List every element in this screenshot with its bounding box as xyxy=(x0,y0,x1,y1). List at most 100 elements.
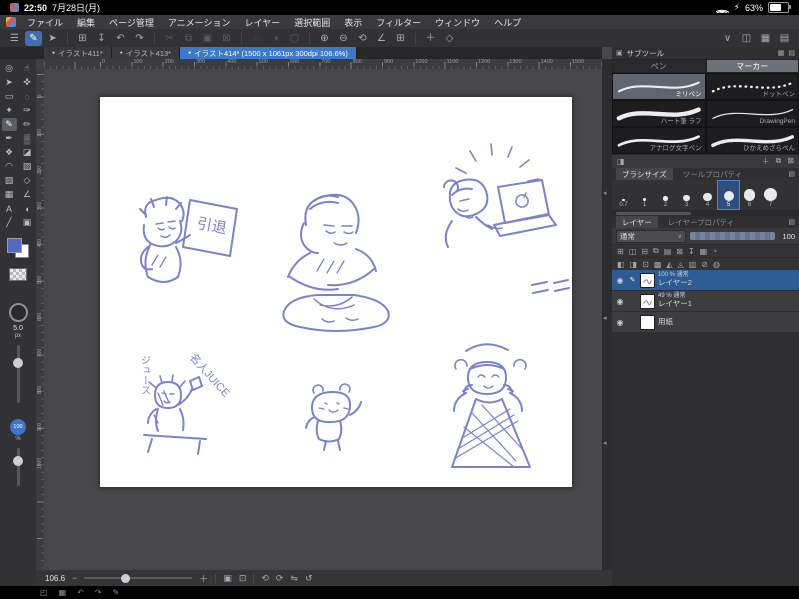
delete-icon[interactable]: ⊠ xyxy=(218,31,235,46)
layer-opacity-slider[interactable] xyxy=(690,232,775,240)
zoom-tool[interactable]: ◎ xyxy=(2,62,17,75)
import-icon[interactable]: ↧ xyxy=(688,247,695,256)
menu-item[interactable]: フィルター xyxy=(369,16,428,29)
menu-item[interactable]: アニメーション xyxy=(161,16,238,29)
operation-tool[interactable]: ➤ xyxy=(2,76,17,89)
menu-item[interactable]: ページ管理 xyxy=(102,16,161,29)
delete-subtool-button[interactable]: ⊠ xyxy=(787,156,794,167)
reset-rotation-icon[interactable]: ↺ xyxy=(305,573,313,584)
subtool-list-view-icon[interactable]: ▤ xyxy=(788,49,795,57)
brush-size-slider[interactable] xyxy=(13,345,23,403)
menu-item[interactable]: レイヤー xyxy=(238,16,288,29)
brush-size-option[interactable]: 2 xyxy=(655,181,676,209)
lasso-tool[interactable]: ◌ xyxy=(20,90,35,103)
layer-menu-icon[interactable]: ▤ xyxy=(788,218,795,226)
dock-collapse-arrow-icon[interactable]: ◂ xyxy=(603,189,607,197)
subtool-tab[interactable]: ペン xyxy=(612,59,706,73)
eraser-tool[interactable]: ◪ xyxy=(20,146,35,159)
save-icon[interactable]: ↧ xyxy=(93,31,110,46)
rotate-left-icon[interactable]: ⟲ xyxy=(261,573,269,584)
layer-move-tool[interactable]: ✜ xyxy=(20,76,35,89)
new-canvas-icon[interactable]: ⊞ xyxy=(74,31,91,46)
tab-brush-size[interactable]: ブラシサイズ xyxy=(616,168,673,180)
move-canvas-tool[interactable]: ☝ xyxy=(20,62,35,75)
main-menu-icon[interactable]: ☰ xyxy=(6,31,23,46)
stroke-preview-toggle-icon[interactable]: ◨ xyxy=(617,157,625,166)
special-ruler-icon[interactable]: ◇ xyxy=(441,31,458,46)
delete-layer-icon[interactable]: ⊠ xyxy=(676,247,683,256)
canvas-viewport[interactable]: 引退 ジュース 名人JUICE xyxy=(44,69,602,570)
opacity-indicator[interactable]: 100 xyxy=(10,419,26,435)
menu-item[interactable]: ファイル xyxy=(20,16,70,29)
tab-tool-property[interactable]: ツールプロパティ xyxy=(676,168,749,180)
layer-color-icon[interactable]: ◭ xyxy=(666,260,672,269)
flip-horizontal-icon[interactable]: ⇋ xyxy=(290,573,298,584)
decoration-tool[interactable]: ❖ xyxy=(2,146,17,159)
brush-size-option[interactable]: 5 xyxy=(717,180,740,210)
duplicate-layer-icon[interactable]: ⧉ xyxy=(653,246,659,256)
lock-transparent-icon[interactable]: ⊡ xyxy=(642,260,649,269)
brush-size-option[interactable]: 1 xyxy=(634,181,655,209)
select-mode-icon[interactable]: ➤ xyxy=(44,31,61,46)
edge-pen-settings-icon[interactable]: ✎ xyxy=(113,588,120,597)
selection-tool[interactable]: ▭ xyxy=(2,90,17,103)
subtool-brush[interactable]: ミリペン xyxy=(612,73,706,100)
gradient-tool[interactable]: ▧ xyxy=(2,174,17,187)
merge-down-icon[interactable]: ▤ xyxy=(664,247,672,256)
selection-launcher-icon[interactable]: ▢ xyxy=(286,31,303,46)
lock-layer-icon[interactable]: ◨ xyxy=(630,260,638,269)
app-logo-icon[interactable] xyxy=(6,17,16,27)
correct-line-tool[interactable]: ╱ xyxy=(2,216,17,229)
deselect-icon[interactable]: ◌ xyxy=(248,31,265,46)
copy-icon[interactable]: ⧉ xyxy=(180,31,197,46)
menu-item[interactable]: ヘルプ xyxy=(487,16,528,29)
color-swatches[interactable] xyxy=(7,238,29,258)
zoom-out-icon[interactable]: ⊖ xyxy=(335,31,352,46)
paste-icon[interactable]: ▣ xyxy=(199,31,216,46)
ruler-tool[interactable]: ∠ xyxy=(20,188,35,201)
tab-layer-property[interactable]: レイヤープロパティ xyxy=(661,216,741,228)
add-subtool-button[interactable]: ＋ xyxy=(762,156,770,167)
new-folder-icon[interactable]: ◫ xyxy=(629,247,637,256)
brush-size-knob[interactable] xyxy=(8,303,28,322)
brush-size-option[interactable]: 4 xyxy=(697,181,718,209)
edge-redo-icon[interactable]: ↷ xyxy=(95,588,102,597)
document-canvas[interactable]: 引退 ジュース 名人JUICE xyxy=(100,97,572,487)
brush-size-menu-icon[interactable]: ▤ xyxy=(788,170,795,178)
subtool-palette-toggle-icon[interactable]: ◫ xyxy=(738,31,755,46)
redo-icon[interactable]: ↷ xyxy=(131,31,148,46)
pencil-tool[interactable]: ✏ xyxy=(20,118,35,131)
duplicate-subtool-button[interactable]: ⧉ xyxy=(776,156,782,167)
zoom-out-button[interactable]: − xyxy=(72,573,77,583)
pen-mode-icon[interactable]: ✎ xyxy=(25,30,42,46)
new-layer-icon[interactable]: ⊞ xyxy=(617,247,624,256)
menu-item[interactable]: 表示 xyxy=(337,16,369,29)
clip-to-layer-icon[interactable]: ◧ xyxy=(617,260,625,269)
draft-layer-icon[interactable]: ⊘ xyxy=(701,260,708,269)
layer-visibility-eye-icon[interactable]: ◉ xyxy=(615,297,625,306)
edge-keyboard-icon[interactable]: ▦ xyxy=(59,588,67,597)
subtool-brush[interactable]: アナログ文字ペン xyxy=(612,127,706,154)
layer-row[interactable]: ◉ 49 % 通常 レイヤー1 xyxy=(612,291,799,312)
brush-size-option[interactable]: 6 xyxy=(739,181,760,209)
invert-selection-icon[interactable]: ◑ xyxy=(267,31,284,46)
menu-item[interactable]: 編集 xyxy=(70,16,102,29)
subtool-brush[interactable]: DrawingPen xyxy=(705,100,799,127)
undo-icon[interactable]: ↶ xyxy=(112,31,129,46)
layer-visibility-eye-icon[interactable]: ◉ xyxy=(615,276,625,285)
frame-border-tool[interactable]: ▦ xyxy=(2,188,17,201)
rotate-right-icon[interactable]: ⟳ xyxy=(276,573,284,584)
rotate-canvas-icon[interactable]: ⟲ xyxy=(354,31,371,46)
tone-icon[interactable]: ▩ xyxy=(654,260,662,269)
toolbar-collapse-icon[interactable]: ∨ xyxy=(719,31,736,46)
fit-to-screen-icon[interactable]: ▣ xyxy=(223,573,232,584)
layer-visibility-eye-icon[interactable]: ◉ xyxy=(615,318,625,327)
subtool-grid-view-icon[interactable]: ▦ xyxy=(778,49,785,57)
text-tool[interactable]: A xyxy=(2,202,17,215)
brush-tool[interactable]: ✒ xyxy=(2,132,17,145)
layer-mask-icon[interactable]: ▦ xyxy=(700,247,708,256)
add-icon[interactable]: ＋ xyxy=(422,31,439,46)
subtool-tab[interactable]: マーカー xyxy=(705,59,799,73)
blend-tool[interactable]: ◠ xyxy=(2,160,17,173)
cut-icon[interactable]: ✂ xyxy=(161,31,178,46)
